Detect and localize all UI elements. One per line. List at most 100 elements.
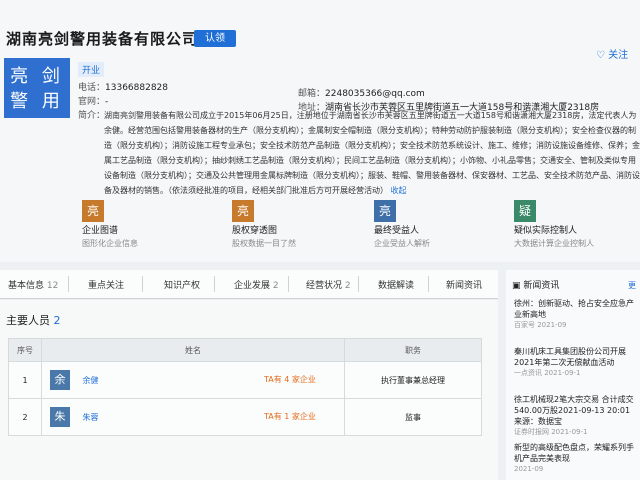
card-title: 疑似实际控制人: [514, 226, 578, 236]
section-title-text: 主要人员: [6, 314, 50, 327]
email-value[interactable]: 2248035366@qq.com: [325, 89, 425, 99]
tab-ip[interactable]: 知识产权: [164, 278, 200, 291]
person-name-link[interactable]: 朱蓉: [83, 413, 99, 422]
tab-key-focus[interactable]: 重点关注: [88, 278, 124, 291]
person-cell: 朱 朱蓉 TA有 1 家企业: [41, 398, 345, 436]
tab-count: 2: [272, 281, 279, 291]
controller-icon: 疑: [514, 200, 536, 222]
table-header-row: 序号 姓名 职务: [8, 338, 482, 362]
tab-label: 企业发展: [234, 281, 271, 291]
company-name: 湖南亮剑警用装备有限公司: [6, 30, 199, 48]
news-more-link[interactable]: 更: [628, 280, 636, 291]
card-title: 股权穿透图: [232, 226, 278, 236]
card-equity-chart[interactable]: 亮 股权穿透图 股权数据一目了然: [232, 200, 362, 260]
claim-button[interactable]: 认领: [194, 30, 236, 47]
tab-count: 12: [46, 281, 59, 291]
news-meta: 2021-09: [514, 465, 544, 473]
feature-cards: 亮 企业图谱 图形化企业信息 亮 股权穿透图 股权数据一目了然 亮 最终受益人 …: [0, 200, 640, 260]
card-subtitle: 图形化企业信息: [82, 239, 138, 248]
intro-label: 简介：: [78, 111, 106, 121]
tab-divider: [142, 276, 143, 292]
logo-line2: 警 用: [10, 91, 64, 112]
tab-label: 经营状况: [306, 281, 343, 291]
news-meta: 百家号 2021-09: [514, 321, 567, 329]
email-row: 邮箱：2248035366@qq.com: [298, 86, 425, 99]
tab-divider: [68, 276, 69, 292]
card-controller[interactable]: 疑 疑似实际控制人 大数据计算企业控制人: [514, 200, 640, 260]
tab-basic-info[interactable]: 基本信息 12: [8, 278, 58, 291]
tab-bar: 基本信息 12 重点关注 知识产权 企业发展 2 经营状况 2 数据解读 新闻资…: [0, 270, 498, 299]
section-title: 主要人员 2: [6, 312, 61, 328]
row-index: 1: [8, 361, 42, 399]
news-sidebar: ▣ 新闻资讯 更 徐州：创新驱动、抢占安全应急产业新高地 百家号 2021-09 …: [506, 270, 640, 480]
main-personnel: 主要人员 2 序号 姓名 职务 1 余 余健 TA有 4 家企业 执行董事兼总经…: [0, 300, 498, 480]
tab-label: 知识产权: [164, 281, 201, 291]
person-role: 执行董事兼总经理: [344, 361, 482, 399]
screen: 湖南亮剑警用装备有限公司 认领 ♡ 关注 亮 剑 警 用 开业 电话：13366…: [0, 0, 640, 480]
tab-label: 新闻资讯: [446, 281, 483, 291]
header-role: 职务: [344, 338, 482, 362]
card-beneficiary[interactable]: 亮 最终受益人 企业受益人解析: [374, 200, 504, 260]
phone-row: 电话：13366882828: [78, 80, 168, 93]
news-item[interactable]: 新型的高级配色盘点，荣耀系列手机产品完美表现 2021-09: [514, 442, 638, 475]
graph-icon: 亮: [82, 200, 104, 222]
news-item[interactable]: 徐工机械现2笔大宗交易 合计成交540.00万股2021-09-13 20:01…: [514, 394, 638, 438]
news-text: 徐州：创新驱动、抢占安全应急产业新高地: [514, 299, 634, 319]
website-label: 官网：: [78, 97, 106, 107]
tab-count: 2: [344, 281, 351, 291]
news-text: 新型的高级配色盘点，荣耀系列手机产品完美表现: [514, 443, 634, 463]
tab-label: 重点关注: [88, 281, 125, 291]
card-enterprise-graph[interactable]: 亮 企业图谱 图形化企业信息: [82, 200, 212, 260]
equity-icon: 亮: [232, 200, 254, 222]
website-value: -: [105, 97, 109, 107]
header-index: 序号: [8, 338, 42, 362]
row-index: 2: [8, 398, 42, 436]
tab-divider: [428, 276, 429, 292]
news-icon: ▣: [512, 281, 521, 291]
related-companies-link[interactable]: TA有 1 家企业: [264, 411, 316, 422]
tab-operations[interactable]: 经营状况 2: [306, 278, 351, 291]
personnel-table: 序号 姓名 职务 1 余 余健 TA有 4 家企业 执行董事兼总经理 2 朱 朱…: [8, 338, 482, 436]
news-item[interactable]: 徐州：创新驱动、抢占安全应急产业新高地百家号 2021-09: [514, 298, 638, 331]
card-subtitle: 股权数据一目了然: [232, 239, 296, 248]
card-title: 最终受益人: [374, 226, 420, 236]
tab-label: 数据解读: [378, 281, 415, 291]
heart-icon: ♡: [596, 50, 605, 61]
website-row: 官网：-: [78, 94, 108, 107]
company-header: 湖南亮剑警用装备有限公司 认领 ♡ 关注 亮 剑 警 用 开业 电话：13366…: [0, 0, 640, 262]
avatar: 余: [50, 370, 70, 390]
tab-data-analysis[interactable]: 数据解读: [378, 278, 414, 291]
card-subtitle: 企业受益人解析: [374, 239, 430, 248]
news-title: ▣ 新闻资讯: [512, 278, 559, 291]
card-subtitle: 大数据计算企业控制人: [514, 239, 594, 248]
person-name-link[interactable]: 余健: [83, 376, 99, 385]
follow-label: 关注: [608, 50, 629, 61]
person-role: 监事: [344, 398, 482, 436]
section-count: 2: [53, 314, 61, 327]
person-cell: 余 余健 TA有 4 家企业: [41, 361, 345, 399]
news-title-text: 新闻资讯: [523, 281, 560, 291]
news-item[interactable]: 秦川机床工具集团股份公司开展2021年第二次无偿献血活动 一点资讯 2021-09…: [514, 346, 638, 379]
beneficiary-icon: 亮: [374, 200, 396, 222]
phone-label: 电话：: [78, 83, 106, 93]
news-meta: 证券时报网 2021-09-1: [514, 428, 588, 436]
tab-divider: [288, 276, 289, 292]
email-label: 邮箱：: [298, 89, 326, 99]
table-row: 2 朱 朱蓉 TA有 1 家企业 监事: [8, 398, 482, 436]
company-logo: 亮 剑 警 用: [4, 58, 70, 118]
follow-button[interactable]: ♡ 关注: [596, 46, 628, 61]
avatar: 朱: [50, 407, 70, 427]
collapse-link[interactable]: 收起: [391, 186, 407, 195]
logo-line1: 亮 剑: [10, 66, 64, 87]
card-title: 企业图谱: [82, 226, 119, 236]
related-companies-link[interactable]: TA有 4 家企业: [264, 374, 316, 385]
tab-development[interactable]: 企业发展 2: [234, 278, 279, 291]
phone-value[interactable]: 13366882828: [105, 83, 168, 93]
tab-news[interactable]: 新闻资讯: [446, 278, 482, 291]
tab-divider: [358, 276, 359, 292]
intro-text: 湖南亮剑警用装备有限公司成立于2015年06月25日，注册地位于湖南省长沙市芙蓉…: [104, 111, 640, 195]
table-row: 1 余 余健 TA有 4 家企业 执行董事兼总经理: [8, 361, 482, 399]
status-badge: 开业: [78, 62, 105, 77]
tab-label: 基本信息: [8, 281, 45, 291]
tab-divider: [214, 276, 215, 292]
